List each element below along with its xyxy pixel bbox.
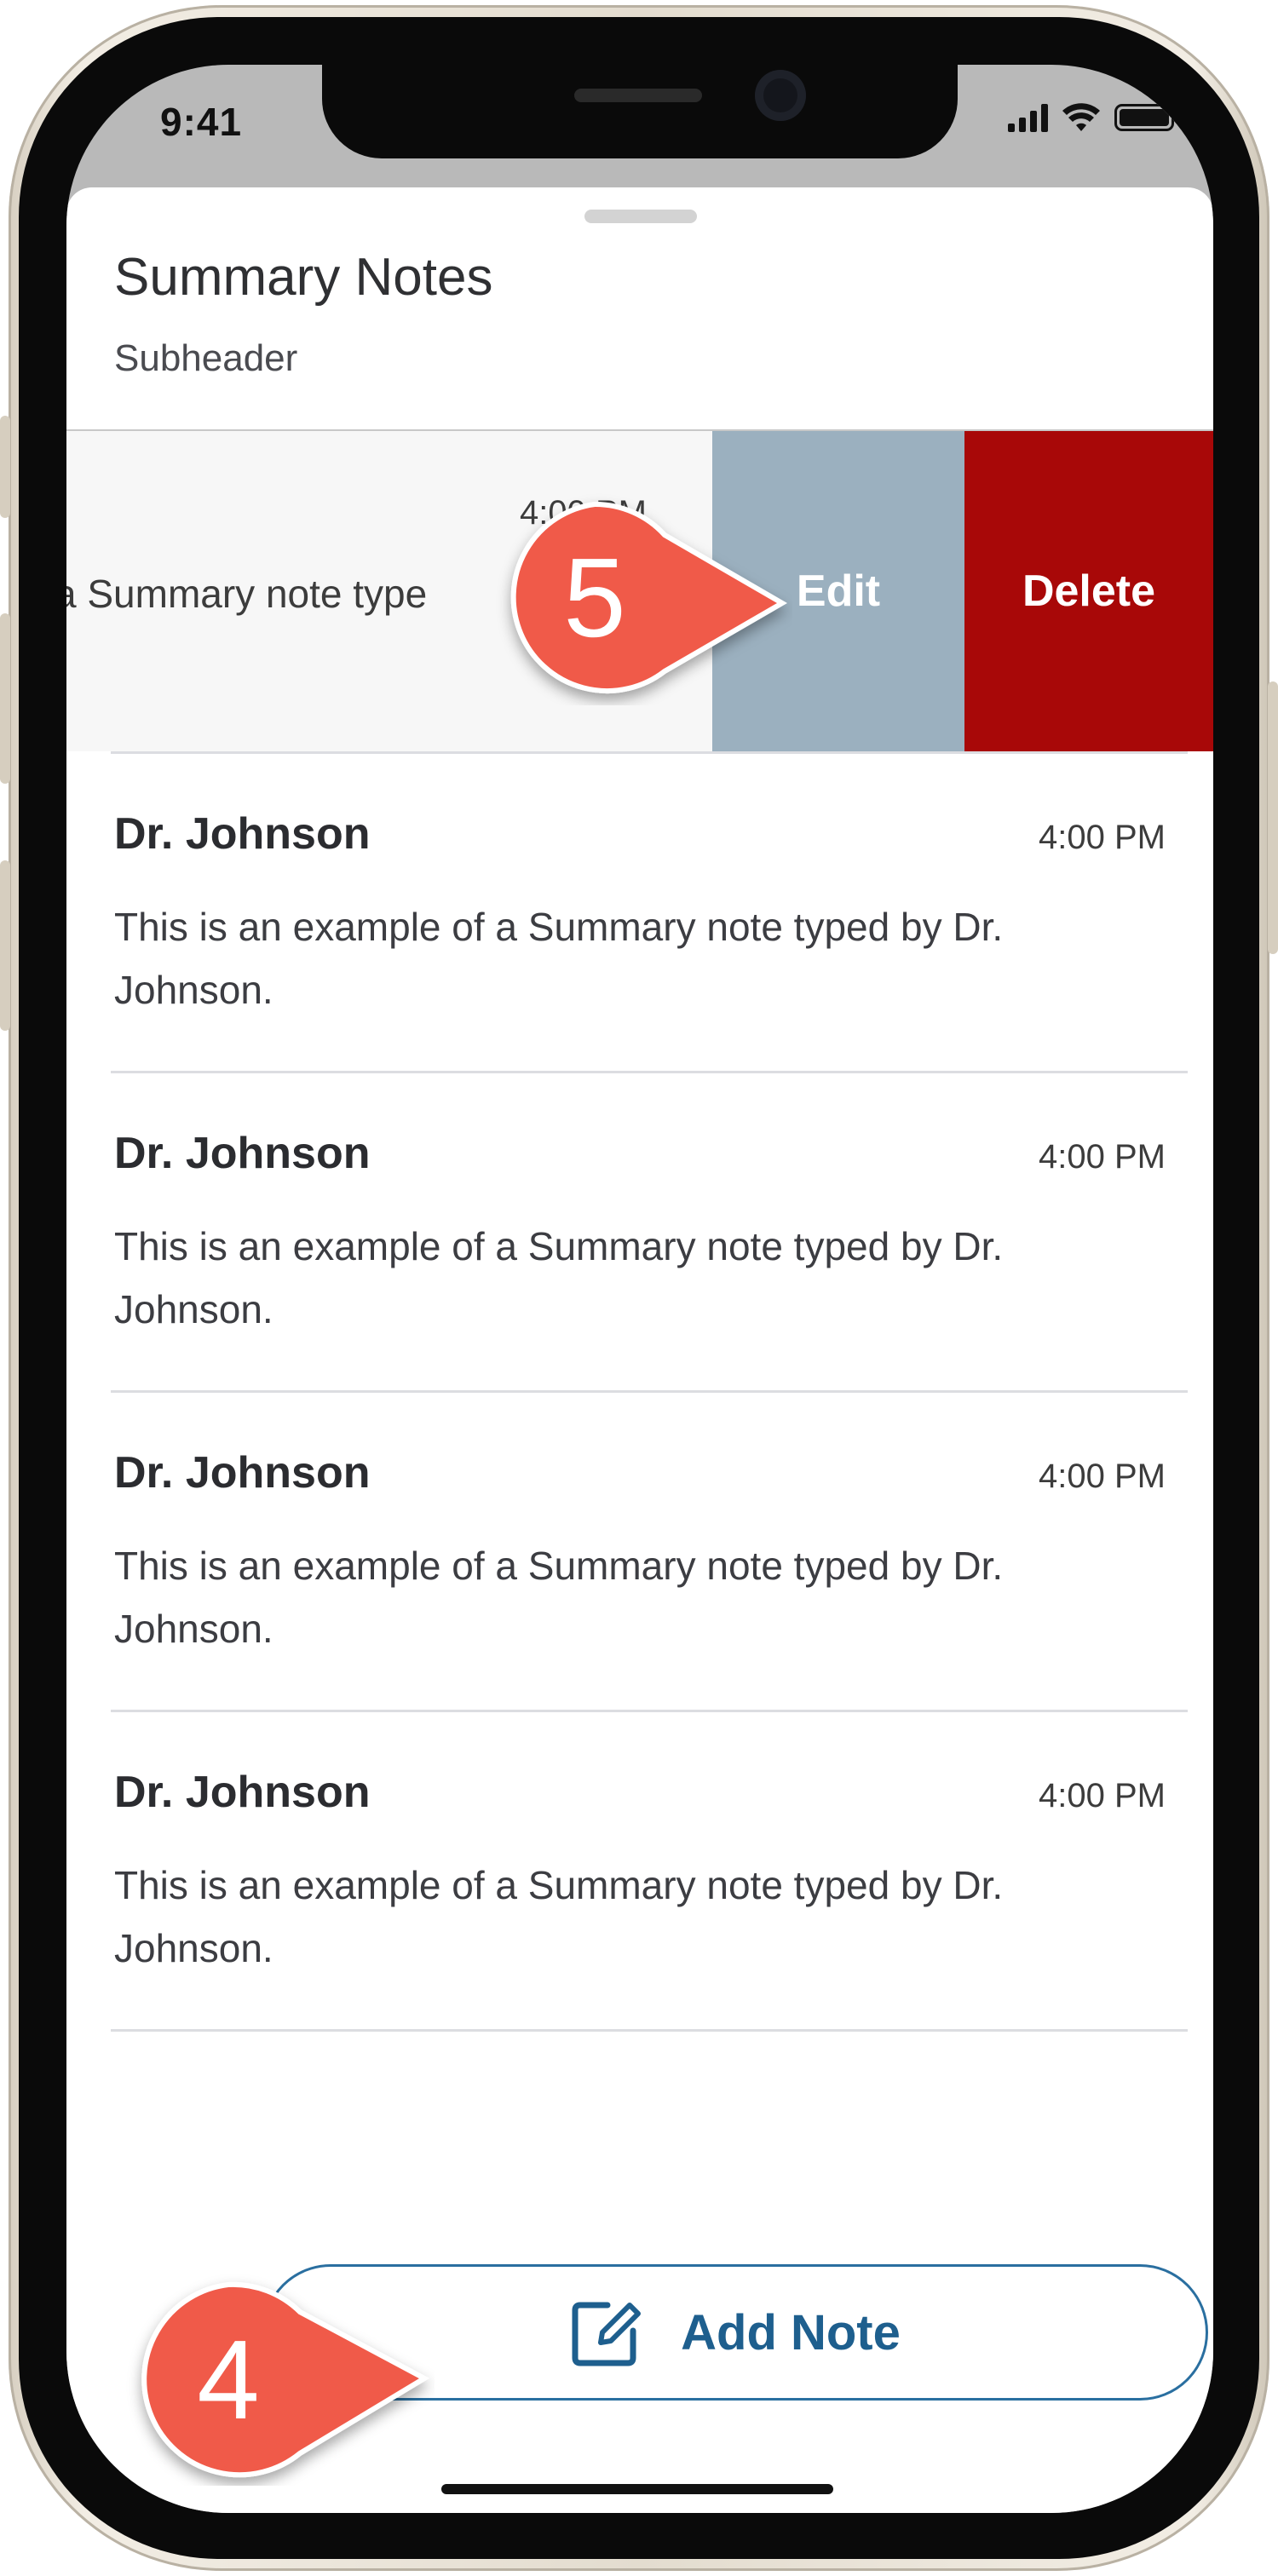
camera bbox=[755, 70, 806, 121]
note-body: This is an example of a Summary note typ… bbox=[114, 1224, 1004, 1331]
sheet-title: Summary Notes bbox=[114, 248, 493, 307]
note-author: Dr. Johnson bbox=[114, 1768, 371, 1817]
status-icons bbox=[1008, 102, 1179, 133]
home-indicator bbox=[441, 2484, 833, 2494]
note-body: This is an example of a Summary note typ… bbox=[114, 905, 1004, 1012]
row-divider bbox=[111, 2029, 1188, 2032]
callout-4-number: 4 bbox=[197, 2317, 260, 2442]
list-item[interactable]: Dr. Johnson 4:00 PM This is an example o… bbox=[66, 754, 1213, 1071]
sheet-subheader: Subheader bbox=[114, 337, 298, 379]
side-button-power bbox=[1268, 681, 1278, 954]
cellular-signal-icon bbox=[1008, 103, 1048, 132]
add-note-label: Add Note bbox=[681, 2304, 901, 2360]
note-time: 4:00 PM bbox=[1039, 1777, 1166, 1814]
phone-screen: 9:41 Summary Notes Subheader 4:00 PM a S… bbox=[66, 65, 1213, 2513]
speaker bbox=[574, 89, 702, 102]
note-author: Dr. Johnson bbox=[114, 1448, 371, 1498]
callout-4: 4 bbox=[111, 2273, 435, 2486]
callout-5-number: 5 bbox=[563, 535, 626, 660]
delete-action[interactable]: Delete bbox=[964, 431, 1213, 751]
note-time: 4:00 PM bbox=[1039, 819, 1166, 856]
note-body: This is an example of a Summary note typ… bbox=[114, 1863, 1004, 1970]
edit-note-icon bbox=[572, 2302, 642, 2366]
side-button-volume-up bbox=[0, 613, 10, 784]
list-item[interactable]: Dr. Johnson 4:00 PM This is an example o… bbox=[66, 1073, 1213, 1390]
note-time: 4:00 PM bbox=[1039, 1138, 1166, 1176]
note-body: This is an example of a Summary note typ… bbox=[114, 1544, 1004, 1651]
side-button-volume-down bbox=[0, 860, 10, 1031]
note-author: Dr. Johnson bbox=[114, 809, 371, 859]
note-time: 4:00 PM bbox=[1039, 1458, 1166, 1495]
swiped-note-text: a Summary note type bbox=[66, 572, 428, 616]
wifi-icon bbox=[1062, 103, 1100, 131]
status-time: 9:41 bbox=[160, 100, 243, 144]
list-item[interactable]: Dr. Johnson 4:00 PM This is an example o… bbox=[66, 1712, 1213, 2029]
battery-icon bbox=[1114, 104, 1179, 131]
sheet-grabber[interactable] bbox=[584, 210, 697, 223]
note-author: Dr. Johnson bbox=[114, 1129, 371, 1178]
list-item[interactable]: Dr. Johnson 4:00 PM This is an example o… bbox=[66, 1393, 1213, 1710]
notch bbox=[322, 65, 958, 158]
side-button-silent bbox=[0, 416, 10, 518]
callout-5: 5 bbox=[486, 492, 792, 705]
